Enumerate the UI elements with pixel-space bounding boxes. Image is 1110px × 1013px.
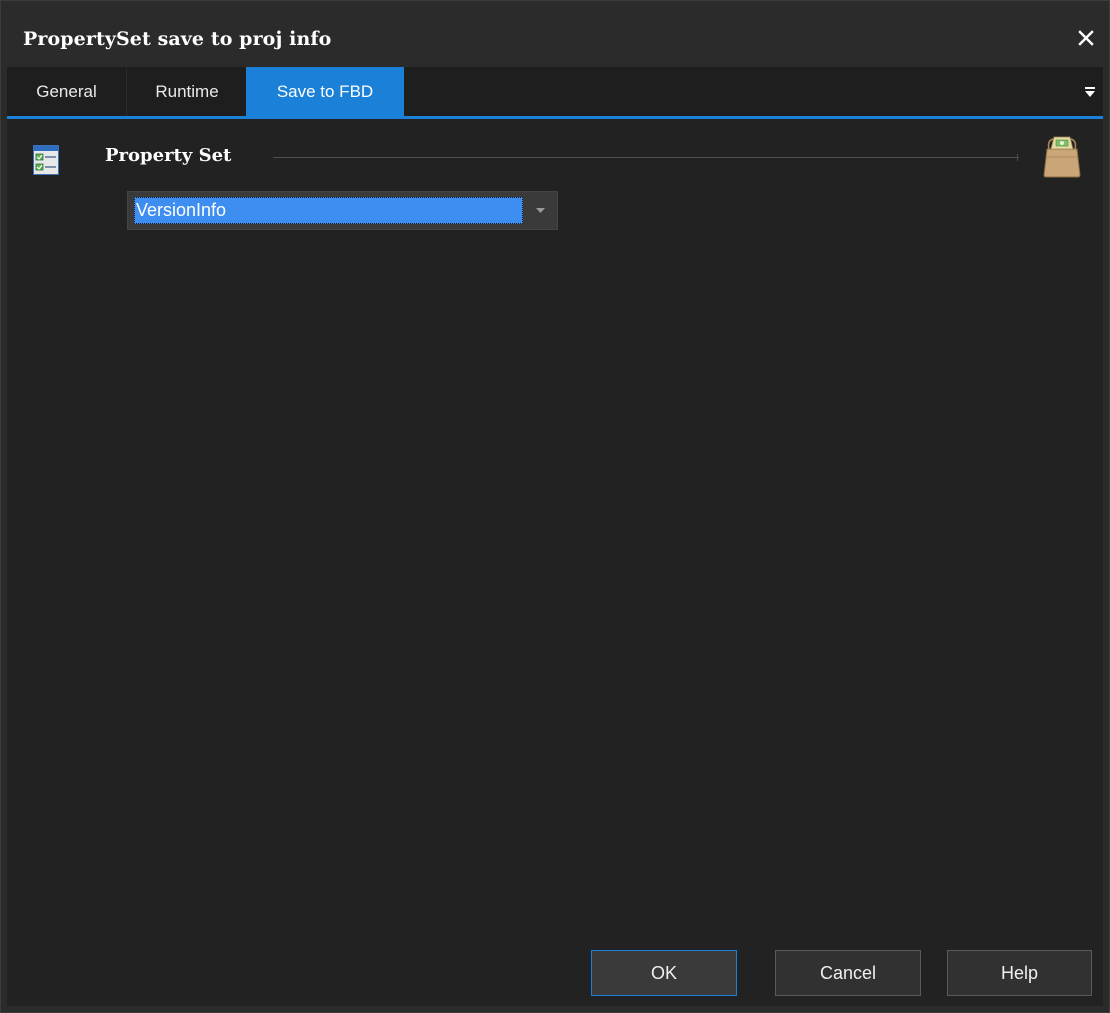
dropdown-arrow-button[interactable] [523, 192, 557, 229]
tab-save-to-fbd-label: Save to FBD [276, 81, 374, 101]
tab-runtime[interactable]: Runtime [128, 67, 246, 116]
property-set-combobox[interactable]: VersionInfo [127, 191, 558, 230]
property-list-icon [33, 145, 59, 175]
tab-save-to-fbd[interactable]: Save to FBD [246, 67, 404, 116]
window-title: PropertySet save to proj info [23, 28, 332, 50]
dialog-window: PropertySet save to proj info General Ru… [0, 0, 1110, 1013]
cancel-button[interactable]: Cancel [775, 950, 921, 996]
tab-menu-button[interactable] [1081, 81, 1099, 103]
help-button[interactable]: Help [947, 950, 1092, 996]
property-set-label: Property Set [105, 145, 232, 166]
chevron-down-icon [535, 208, 545, 213]
property-set-value[interactable]: VersionInfo [134, 197, 523, 224]
tab-general-label: General [36, 81, 97, 101]
close-button[interactable] [1069, 21, 1103, 55]
group-divider-end [1017, 154, 1020, 161]
ok-button[interactable]: OK [591, 950, 737, 996]
bag-icon[interactable] [1039, 131, 1085, 179]
tab-content: Property Set VersionInfo OK Cancel Help [7, 119, 1103, 1006]
close-icon [1078, 30, 1094, 46]
title-bar: PropertySet save to proj info [1, 1, 1109, 67]
group-divider [273, 157, 1019, 158]
menu-icon [1085, 87, 1095, 97]
tab-runtime-label: Runtime [155, 81, 219, 101]
tab-strip: General Runtime Save to FBD [7, 67, 1103, 119]
tab-general[interactable]: General [7, 67, 127, 116]
